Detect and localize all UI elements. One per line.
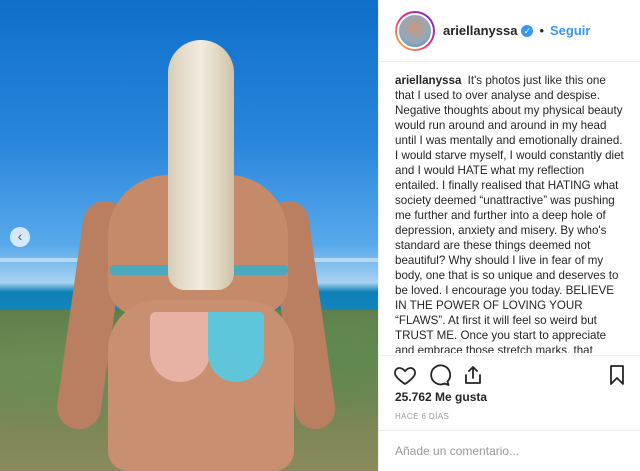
comment-bar: [379, 430, 640, 471]
header-separator: •: [539, 23, 545, 38]
header-username[interactable]: ariellanyssa: [443, 23, 517, 38]
comment-icon[interactable]: [427, 363, 452, 387]
follow-button[interactable]: Seguir: [550, 23, 590, 38]
chevron-left-icon[interactable]: ‹: [10, 227, 30, 247]
photo-subject: [54, 40, 338, 471]
comment-input[interactable]: [395, 444, 625, 458]
verified-badge-icon: ✓: [521, 24, 534, 37]
share-icon[interactable]: [461, 363, 485, 387]
post-caption: ariellanyssa It's photos just like this …: [379, 63, 640, 353]
caption-username[interactable]: ariellanyssa: [395, 74, 461, 87]
post-timestamp[interactable]: HACE 6 DÍAS: [395, 412, 449, 421]
post-photo[interactable]: ‹: [0, 0, 378, 471]
caption-text: It's photos just like this one that I us…: [395, 74, 624, 353]
likes-count[interactable]: 25.762 Me gusta: [395, 390, 487, 404]
heart-icon[interactable]: [393, 363, 417, 387]
avatar[interactable]: [395, 10, 435, 51]
bookmark-icon[interactable]: [605, 363, 629, 387]
action-bar: [379, 355, 640, 387]
instagram-post: ‹ ariellanyssa ✓ • Seguir ariellanyssa I…: [0, 0, 640, 471]
post-side-panel: ariellanyssa ✓ • Seguir ariellanyssa It'…: [378, 0, 640, 471]
post-header: ariellanyssa ✓ • Seguir: [379, 0, 640, 62]
